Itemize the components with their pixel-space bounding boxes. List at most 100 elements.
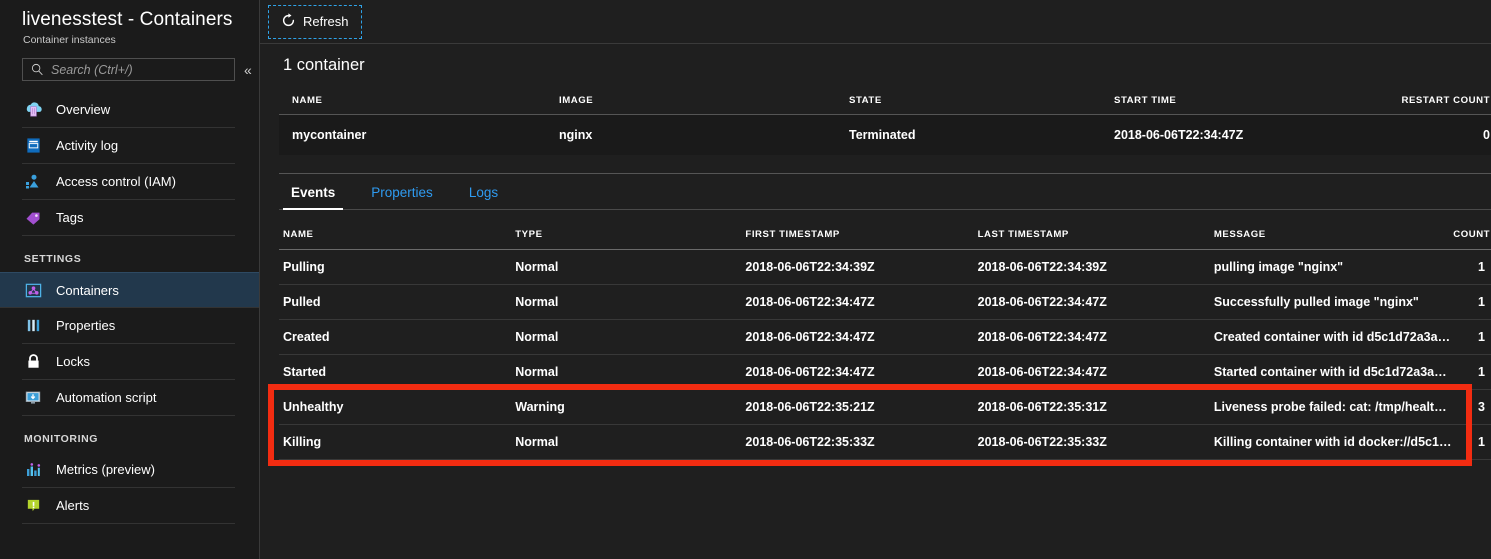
cell-event-name: Started [279, 354, 516, 390]
containers-header-row: NAME IMAGE STATE START TIME RESTART COUN… [279, 81, 1491, 115]
column-header-state[interactable]: STATE [849, 81, 1114, 115]
cell-event-name: Created [279, 319, 516, 355]
tabs: Events Properties Logs [279, 174, 1491, 210]
events-table-head: NAME TYPE FIRST TIMESTAMP LAST TIMESTAMP… [279, 212, 1491, 250]
cell-event-type: Warning [515, 389, 746, 425]
containers-table-body: mycontainer nginx Terminated 2018-06-06T… [279, 114, 1491, 155]
sidebar-item-activity-log[interactable]: Activity log [22, 128, 235, 164]
blade-content: Refresh 1 container NAME IMAGE STATE STA… [260, 0, 1491, 559]
sidebar-item-label: Metrics (preview) [56, 462, 155, 477]
cell-event-type: Normal [515, 354, 746, 390]
cell-message: Started container with id d5c1d72a3a78..… [1213, 354, 1454, 390]
column-header-event-name[interactable]: NAME [279, 212, 515, 250]
cell-event-type: Normal [515, 284, 746, 320]
cell-event-name: Unhealthy [279, 389, 516, 425]
cell-last-timestamp: 2018-06-06T22:35:33Z [977, 424, 1214, 460]
content-area: 1 container NAME IMAGE STATE START TIME … [260, 44, 1491, 460]
sidebar-item-containers[interactable]: Containers [0, 272, 259, 308]
sidebar-item-label: Locks [56, 354, 90, 369]
cell-last-timestamp: 2018-06-06T22:35:31Z [977, 389, 1214, 425]
sidebar-item-automation-script[interactable]: Automation script [22, 380, 235, 416]
refresh-button-label: Refresh [303, 14, 349, 29]
events-table: NAME TYPE FIRST TIMESTAMP LAST TIMESTAMP… [279, 212, 1491, 460]
column-header-restart-count[interactable]: RESTART COUNT [1394, 81, 1491, 115]
search-box[interactable] [22, 58, 235, 81]
cell-first-timestamp: 2018-06-06T22:35:33Z [745, 424, 978, 460]
refresh-button[interactable]: Refresh [268, 4, 362, 39]
tab-events[interactable]: Events [283, 174, 344, 210]
sidebar-item-label: Tags [56, 210, 84, 225]
column-header-start-time[interactable]: START TIME [1114, 81, 1394, 115]
sidebar-item-label: Access control (IAM) [56, 174, 176, 189]
table-row[interactable]: Started Normal 2018-06-06T22:34:47Z 2018… [279, 354, 1491, 390]
cell-message: Liveness probe failed: cat: /tmp/healthy… [1213, 389, 1454, 425]
sidebar-item-tags[interactable]: Tags [22, 200, 235, 236]
sidebar-group-settings: SETTINGS [24, 253, 82, 265]
cell-last-timestamp: 2018-06-06T22:34:47Z [977, 354, 1214, 390]
search-input[interactable] [51, 62, 221, 77]
cell-count: 3 [1453, 389, 1491, 425]
column-header-name[interactable]: NAME [279, 81, 559, 115]
blade-sidebar: livenesstest - Containers Container inst… [0, 0, 260, 559]
sidebar-item-alerts[interactable]: Alerts [22, 488, 235, 524]
container-count-title: 1 container [283, 56, 365, 74]
sidebar-item-metrics[interactable]: Metrics (preview) [22, 452, 235, 488]
tab-logs[interactable]: Logs [461, 174, 506, 210]
cell-first-timestamp: 2018-06-06T22:34:47Z [745, 319, 978, 355]
sidebar-item-locks[interactable]: Locks [22, 344, 235, 380]
alerts-icon [22, 495, 44, 517]
sidebar-item-overview[interactable]: Overview [22, 92, 235, 128]
sidebar-item-label: Properties [56, 318, 116, 333]
page-subtitle: Container instances [23, 34, 116, 46]
cell-count: 1 [1453, 354, 1491, 390]
sidebar-group-monitoring: MONITORING [24, 433, 99, 445]
command-toolbar: Refresh [260, 0, 1491, 44]
cell-start-time: 2018-06-06T22:34:47Z [1114, 114, 1394, 155]
column-header-first-timestamp[interactable]: FIRST TIMESTAMP [745, 212, 977, 250]
cell-first-timestamp: 2018-06-06T22:34:47Z [745, 284, 978, 320]
azure-portal-blade: livenesstest - Containers Container inst… [0, 0, 1491, 559]
cell-event-name: Pulled [279, 284, 516, 320]
containers-table-head: NAME IMAGE STATE START TIME RESTART COUN… [279, 81, 1491, 115]
sidebar-nav: Overview Activity log Access control (IA… [0, 92, 259, 524]
sidebar-item-label: Containers [56, 282, 119, 298]
properties-icon [22, 315, 44, 337]
cell-first-timestamp: 2018-06-06T22:35:21Z [745, 389, 978, 425]
refresh-icon [281, 12, 296, 31]
cell-last-timestamp: 2018-06-06T22:34:47Z [977, 284, 1214, 320]
sidebar-item-label: Automation script [56, 390, 157, 405]
collapse-sidebar-icon[interactable]: « [244, 63, 252, 77]
cell-count: 1 [1453, 284, 1491, 320]
table-row[interactable]: Killing Normal 2018-06-06T22:35:33Z 2018… [279, 424, 1491, 460]
containers-icon [22, 279, 44, 301]
cell-event-name: Killing [279, 424, 516, 460]
cell-restart-count: 0 [1394, 114, 1491, 155]
metrics-icon [22, 459, 44, 481]
tab-properties[interactable]: Properties [363, 174, 441, 210]
cell-first-timestamp: 2018-06-06T22:34:39Z [745, 249, 978, 285]
sidebar-item-properties[interactable]: Properties [22, 308, 235, 344]
cell-last-timestamp: 2018-06-06T22:34:47Z [977, 319, 1214, 355]
sidebar-item-access-control[interactable]: Access control (IAM) [22, 164, 235, 200]
table-row[interactable]: mycontainer nginx Terminated 2018-06-06T… [279, 114, 1491, 155]
cell-message: Killing container with id docker://d5c1d… [1213, 424, 1454, 460]
column-header-message[interactable]: MESSAGE [1214, 212, 1453, 250]
cell-count: 1 [1453, 319, 1491, 355]
cell-count: 1 [1453, 424, 1491, 460]
sidebar-item-label: Alerts [56, 498, 90, 513]
lock-icon [22, 351, 44, 373]
events-header-row: NAME TYPE FIRST TIMESTAMP LAST TIMESTAMP… [279, 212, 1491, 250]
cell-event-type: Normal [515, 249, 746, 285]
events-table-body: Pulling Normal 2018-06-06T22:34:39Z 2018… [279, 249, 1491, 460]
table-row[interactable]: Pulling Normal 2018-06-06T22:34:39Z 2018… [279, 249, 1491, 285]
column-header-image[interactable]: IMAGE [559, 81, 849, 115]
column-header-type[interactable]: TYPE [515, 212, 745, 250]
activity-log-icon [22, 135, 44, 157]
column-header-count[interactable]: COUNT [1453, 212, 1491, 250]
page-title: livenesstest - Containers [22, 9, 233, 30]
containers-table: NAME IMAGE STATE START TIME RESTART COUN… [279, 81, 1491, 155]
table-row[interactable]: Pulled Normal 2018-06-06T22:34:47Z 2018-… [279, 284, 1491, 320]
table-row[interactable]: Created Normal 2018-06-06T22:34:47Z 2018… [279, 319, 1491, 355]
column-header-last-timestamp[interactable]: LAST TIMESTAMP [978, 212, 1214, 250]
table-row[interactable]: Unhealthy Warning 2018-06-06T22:35:21Z 2… [279, 389, 1491, 425]
